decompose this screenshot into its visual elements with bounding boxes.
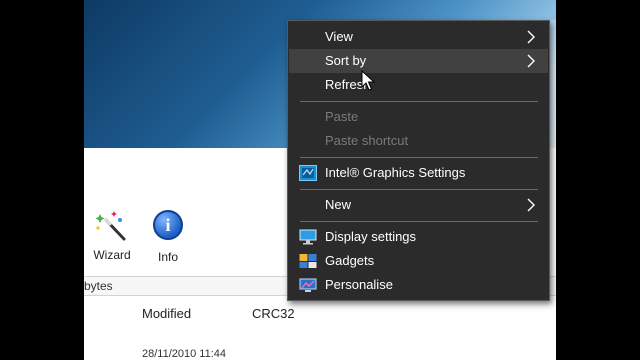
menu-item-paste-shortcut-label: Paste shortcut <box>325 133 409 148</box>
menu-item-sort-by[interactable]: Sort by <box>289 49 548 73</box>
menu-item-paste: Paste <box>289 105 548 129</box>
file-list: Modified CRC32 28/11/2010 11:44 <box>84 296 556 360</box>
intel-graphics-icon <box>299 165 317 181</box>
column-header-modified[interactable]: Modified <box>142 306 191 321</box>
info-label: Info <box>157 250 178 264</box>
wizard-button[interactable]: Wizard <box>84 208 140 268</box>
menu-item-refresh[interactable]: Refresh <box>289 73 548 97</box>
menu-item-paste-shortcut: Paste shortcut <box>289 129 548 153</box>
screen-stage: Wizard i Info bytes Modified CRC32 28/11… <box>84 0 556 360</box>
info-button[interactable]: i Info <box>140 208 196 268</box>
menu-item-personalise-label: Personalise <box>325 277 393 292</box>
menu-item-personalise[interactable]: Personalise <box>289 273 548 297</box>
menu-item-display-settings-label: Display settings <box>325 229 417 244</box>
wizard-label: Wizard <box>93 248 131 262</box>
chevron-right-icon <box>527 54 535 68</box>
info-icon: i <box>140 210 196 244</box>
menu-separator <box>300 157 538 158</box>
mouse-pointer-icon <box>361 70 375 91</box>
menu-item-new-label: New <box>325 197 352 212</box>
personalise-icon <box>299 278 317 292</box>
menu-item-gadgets[interactable]: Gadgets <box>289 249 548 273</box>
menu-item-paste-label: Paste <box>325 109 359 124</box>
status-size-text: bytes <box>84 279 113 293</box>
display-settings-icon <box>299 229 317 245</box>
menu-item-display-settings[interactable]: Display settings <box>289 225 548 249</box>
menu-item-intel-graphics-label: Intel® Graphics Settings <box>325 165 466 180</box>
menu-item-view-label: View <box>325 29 353 44</box>
gadgets-icon <box>299 254 317 268</box>
desktop-context-menu: View Sort by Refresh Paste Paste shortcu… <box>287 20 550 301</box>
menu-item-view[interactable]: View <box>289 25 548 49</box>
chevron-right-icon <box>527 30 535 44</box>
menu-item-sort-by-label: Sort by <box>325 53 367 68</box>
menu-separator <box>300 221 538 222</box>
menu-separator <box>300 101 538 102</box>
magic-wand-icon <box>95 211 126 241</box>
chevron-right-icon <box>527 198 535 212</box>
row-modified-date[interactable]: 28/11/2010 11:44 <box>142 348 226 360</box>
menu-item-intel-graphics[interactable]: Intel® Graphics Settings <box>289 161 548 185</box>
menu-item-new[interactable]: New <box>289 193 548 217</box>
menu-item-gadgets-label: Gadgets <box>325 253 375 268</box>
column-header-crc32[interactable]: CRC32 <box>252 306 295 321</box>
menu-separator <box>300 189 538 190</box>
